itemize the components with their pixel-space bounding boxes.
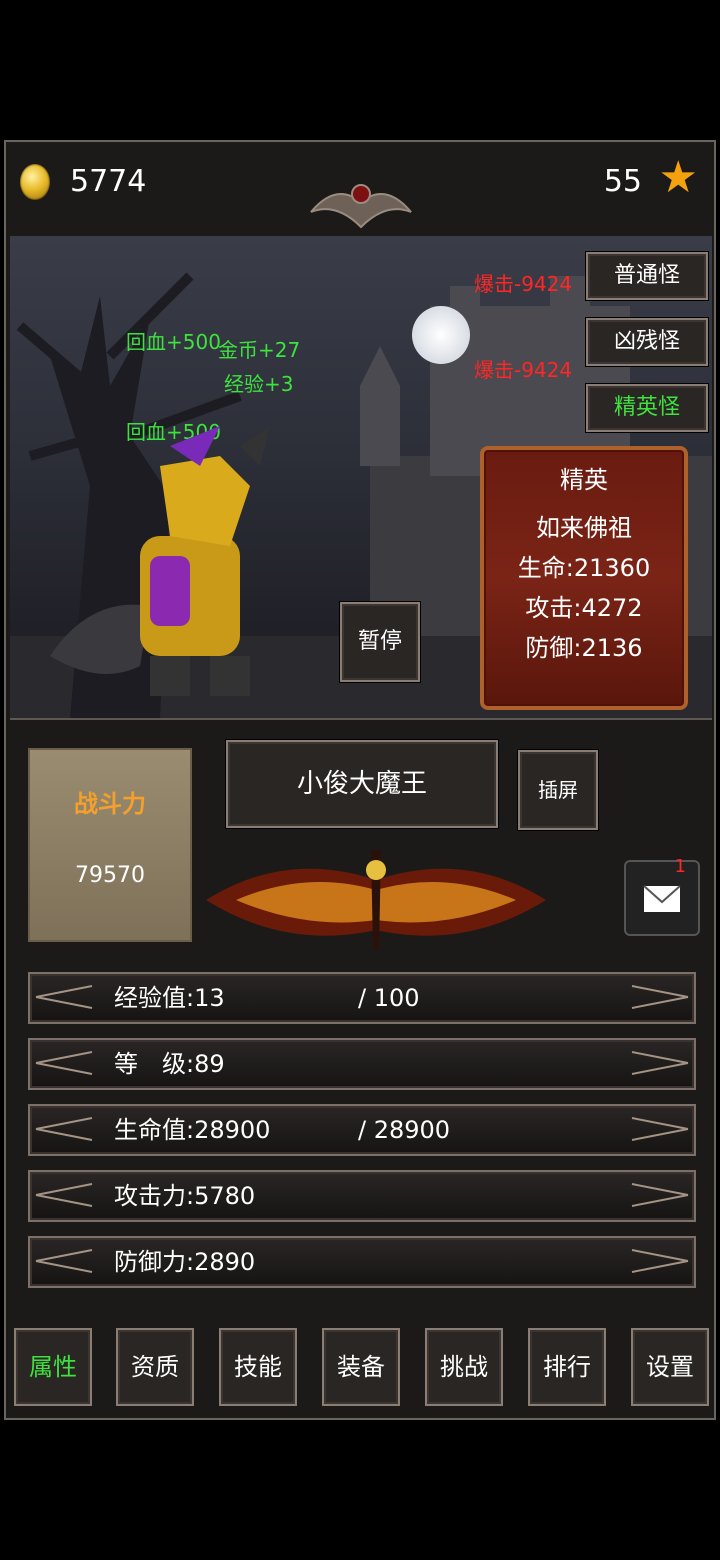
exp-gain-text: 经验+3 <box>224 372 294 396</box>
game-frame: 5774 55 ★ 回血+500 金币+27 经验+3 回血+500 爆击-94… <box>4 140 716 1420</box>
moon <box>412 306 470 364</box>
fierce-monster-button[interactable]: 凶残怪 <box>586 318 708 366</box>
normal-monster-button[interactable]: 普通怪 <box>586 252 708 300</box>
bar-ornament-icon <box>35 1183 93 1207</box>
pause-button[interactable]: 暂停 <box>340 602 420 682</box>
enemy-tier: 精英 <box>560 466 608 494</box>
heal-text: 回血+500 <box>126 330 221 354</box>
bar-ornament-icon <box>35 1249 93 1273</box>
stat-bar-hp: 生命值:28900 / 28900 <box>28 1104 696 1156</box>
combat-power-value: 79570 <box>75 863 145 888</box>
bar-ornament-icon <box>35 1117 93 1141</box>
enemy-hp: 生命:21360 <box>517 554 651 582</box>
player-name-plate: 小俊大魔王 <box>226 740 498 828</box>
nav-ranking[interactable]: 排行 <box>528 1328 606 1406</box>
bottom-nav: 属性 资质 技能 装备 挑战 排行 设置 <box>6 1318 714 1422</box>
bar-ornament-icon <box>35 1051 93 1075</box>
nav-equipment[interactable]: 装备 <box>322 1328 400 1406</box>
bar-ornament-icon <box>631 1249 689 1273</box>
gold-coin-icon <box>20 164 50 200</box>
gold-amount: 5774 <box>70 164 147 199</box>
mail-unread-badge: 1 <box>674 856 686 877</box>
elite-monster-button[interactable]: 精英怪 <box>586 384 708 432</box>
envelope-icon <box>643 885 681 912</box>
player-level: 55 <box>603 164 642 199</box>
level-label: 等 级:89 <box>114 1050 225 1078</box>
enemy-info-card: 精英 如来佛祖 生命:21360 攻击:4272 防御:2136 <box>480 446 688 710</box>
stat-bar-defense: 防御力:2890 <box>28 1236 696 1288</box>
crit-damage-text: 爆击-9424 <box>474 358 573 382</box>
defense-label: 防御力:2890 <box>114 1248 256 1276</box>
bar-ornament-icon <box>631 1117 689 1141</box>
gold-gain-text: 金币+27 <box>218 338 301 362</box>
player-hero-sprite <box>50 426 270 696</box>
exp-max: / 100 <box>358 984 420 1012</box>
mail-button[interactable]: 1 <box>624 856 700 936</box>
interstitial-button[interactable]: 插屏 <box>518 750 598 830</box>
nav-challenge[interactable]: 挑战 <box>425 1328 503 1406</box>
star-icon: ★ <box>658 152 698 203</box>
nav-aptitude[interactable]: 资质 <box>116 1328 194 1406</box>
nav-skills[interactable]: 技能 <box>219 1328 297 1406</box>
enemy-attack: 攻击:4272 <box>525 594 643 622</box>
attack-label: 攻击力:5780 <box>114 1182 256 1210</box>
stat-bar-level: 等 级:89 <box>28 1038 696 1090</box>
exp-label: 经验值:13 <box>114 984 225 1012</box>
battle-scene: 回血+500 金币+27 经验+3 回血+500 爆击-9424 爆击-9424… <box>10 236 712 720</box>
nav-settings[interactable]: 设置 <box>631 1328 709 1406</box>
hp-max: / 28900 <box>358 1116 451 1144</box>
combat-power-card: 战斗力 79570 <box>28 748 192 942</box>
stat-bar-exp: 经验值:13 / 100 <box>28 972 696 1024</box>
hp-label: 生命值:28900 <box>114 1116 271 1144</box>
nav-attributes[interactable]: 属性 <box>14 1328 92 1406</box>
enemy-defense: 防御:2136 <box>525 634 643 662</box>
stat-bar-attack: 攻击力:5780 <box>28 1170 696 1222</box>
enemy-name: 如来佛祖 <box>536 514 632 542</box>
crown-ornament-icon <box>310 184 412 229</box>
top-bar: 5774 55 ★ <box>6 142 714 234</box>
bar-ornament-icon <box>631 1183 689 1207</box>
bar-ornament-icon <box>631 1051 689 1075</box>
combat-power-label: 战斗力 <box>74 790 146 818</box>
game-logo <box>206 850 546 950</box>
crit-damage-text: 爆击-9424 <box>474 272 573 296</box>
bar-ornament-icon <box>631 985 689 1009</box>
bar-ornament-icon <box>35 985 93 1009</box>
